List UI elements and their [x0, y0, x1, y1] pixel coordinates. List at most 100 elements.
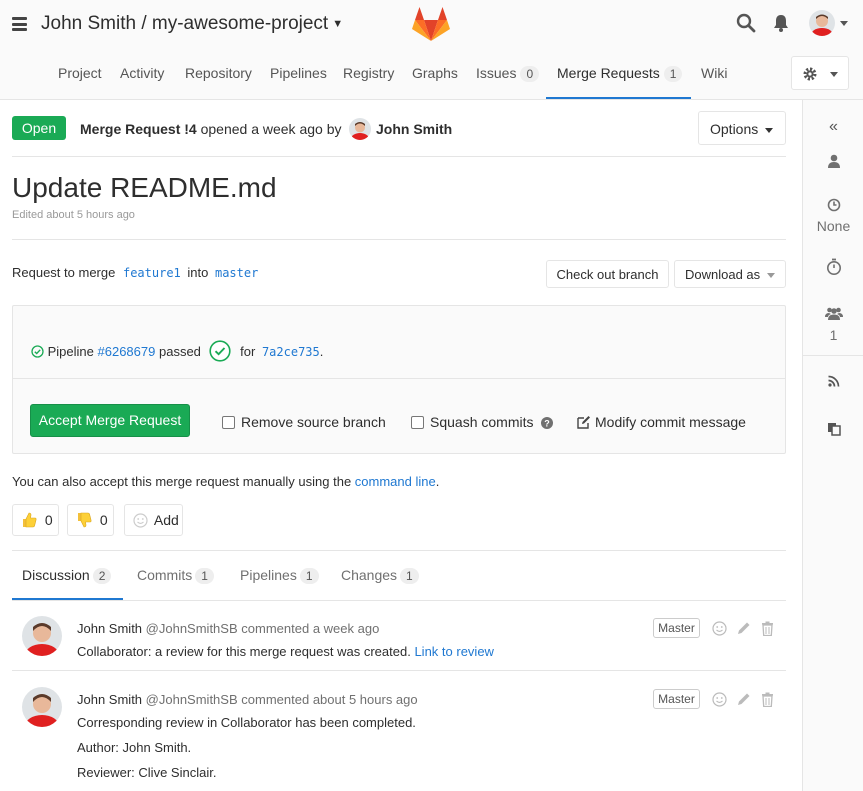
modify-commit-label: Modify commit message — [595, 414, 746, 430]
tab-label: Discussion — [22, 567, 90, 583]
help-icon[interactable]: ? — [541, 417, 554, 429]
options-label: Options — [710, 121, 759, 137]
nav-label: Graphs — [412, 65, 458, 81]
thumbsup-icon — [23, 512, 37, 528]
note-action: commented — [241, 621, 310, 636]
participants-icon[interactable] — [803, 306, 863, 323]
mr-reference: Merge Request !4 — [80, 121, 197, 137]
tab-count-badge: 1 — [195, 568, 214, 584]
note-handle[interactable]: @JohnSmithSB — [146, 621, 238, 636]
checkbox-box[interactable] — [222, 416, 235, 429]
mr-opened-text: opened a week ago by — [200, 121, 342, 137]
user-menu-caret-icon[interactable] — [840, 21, 848, 26]
gitlab-logo-icon[interactable] — [411, 4, 451, 42]
check-out-branch-button[interactable]: Check out branch — [546, 260, 669, 288]
accept-merge-request-button[interactable]: Accept Merge Request — [30, 404, 190, 437]
add-award-button[interactable]: Add — [124, 504, 183, 536]
note-handle[interactable]: @JohnSmithSB — [146, 692, 238, 707]
edited-timestamp: Edited about 5 hours ago — [12, 209, 135, 221]
rss-icon[interactable] — [803, 374, 863, 390]
nav-issues[interactable]: Issues 0 — [476, 65, 540, 82]
tab-count-badge: 1 — [299, 568, 319, 584]
thumbsup-count: 0 — [44, 512, 53, 528]
pencil-icon[interactable] — [736, 692, 751, 707]
tab-active-indicator — [12, 598, 123, 600]
tab-pipelines[interactable]: Pipelines 1 — [240, 567, 319, 584]
tab-discussion[interactable]: Discussion 2 — [22, 567, 112, 584]
pencil-icon[interactable] — [736, 621, 751, 636]
bell-icon[interactable] — [771, 13, 791, 33]
checkbox-label: Squash commits — [430, 414, 534, 430]
user-avatar[interactable] — [809, 10, 835, 36]
nav-graphs[interactable]: Graphs — [412, 65, 458, 81]
gear-icon — [803, 67, 817, 81]
pipeline-passed-icon[interactable] — [208, 340, 231, 362]
collapse-sidebar-icon[interactable]: « — [803, 118, 863, 136]
note-time[interactable]: about 5 hours ago — [313, 692, 418, 707]
remove-source-branch-checkbox[interactable]: Remove source branch — [222, 414, 386, 430]
pipeline-status-text: passed — [158, 344, 201, 359]
project-title-text[interactable]: John Smith / my-awesome-project — [41, 13, 328, 34]
commit-sha-link[interactable]: 7a2ce735 — [262, 345, 320, 359]
add-award-label: Add — [153, 512, 179, 528]
pipeline-status: Pipeline #6268679 passed for 7a2ce735. — [31, 340, 323, 362]
checkbox-label: Remove source branch — [241, 414, 386, 430]
time-tracking-icon[interactable] — [803, 258, 863, 279]
milestone-value: None — [816, 218, 851, 234]
nav-repository[interactable]: Repository — [185, 65, 252, 81]
note-time[interactable]: a week ago — [313, 621, 380, 636]
project-title[interactable]: John Smith / my-awesome-project ▼ — [41, 13, 343, 35]
period: . — [319, 344, 324, 359]
modify-commit-message-link[interactable]: Modify commit message — [577, 414, 746, 430]
nav-project[interactable]: Project — [58, 65, 102, 81]
smiley-icon[interactable] — [712, 621, 727, 636]
nav-label: Issues — [476, 65, 517, 81]
menu-icon[interactable] — [12, 17, 27, 31]
nav-registry[interactable]: Registry — [343, 65, 394, 81]
options-dropdown-button[interactable]: Options — [698, 111, 786, 145]
command-line-link[interactable]: command line — [355, 474, 436, 489]
nav-label: Repository — [185, 65, 252, 81]
caret-down-icon — [767, 273, 776, 279]
thumbsdown-icon — [78, 512, 92, 528]
copy-reference-icon[interactable] — [803, 422, 863, 439]
squash-commits-checkbox[interactable]: Squash commits ? — [411, 414, 554, 430]
author-name[interactable]: John Smith — [376, 121, 452, 137]
avatar[interactable] — [22, 616, 62, 656]
nav-wiki[interactable]: Wiki — [701, 65, 727, 81]
download-as-button[interactable]: Download as — [674, 260, 786, 288]
link-to-review[interactable]: Link to review — [414, 644, 493, 659]
thumbsdown-award-button[interactable]: 0 — [67, 504, 114, 536]
tab-count-badge: 2 — [92, 568, 112, 584]
status-success-icon — [31, 345, 44, 358]
nav-pipelines[interactable]: Pipelines — [270, 65, 327, 81]
nav-merge-requests[interactable]: Merge Requests 1 — [557, 65, 683, 82]
note-author[interactable]: John Smith — [77, 621, 142, 636]
search-icon[interactable] — [736, 13, 756, 33]
pipeline-link[interactable]: #6268679 — [98, 344, 156, 359]
nav-activity[interactable]: Activity — [120, 65, 164, 81]
role-badge: Master — [653, 618, 700, 638]
nav-active-indicator — [546, 97, 691, 99]
assignee-icon[interactable] — [803, 154, 863, 171]
thumbsup-award-button[interactable]: 0 — [12, 504, 59, 536]
trash-icon[interactable] — [761, 692, 774, 707]
note-text: Collaborator: a review for this merge re… — [77, 644, 411, 659]
smiley-icon[interactable] — [712, 692, 727, 707]
tab-changes[interactable]: Changes 1 — [341, 567, 419, 584]
chevron-down-icon[interactable]: ▼ — [332, 18, 343, 30]
milestone-icon[interactable] — [803, 198, 863, 215]
merge-widget: Pipeline #6268679 passed for 7a2ce735. A… — [12, 305, 786, 454]
project-settings-button[interactable] — [791, 56, 849, 90]
source-branch[interactable]: feature1 — [123, 266, 181, 280]
tab-commits[interactable]: Commits 1 — [137, 567, 214, 584]
author-avatar[interactable] — [349, 118, 371, 140]
trash-icon[interactable] — [761, 621, 774, 636]
manual-text: You can also accept this merge request m… — [12, 474, 352, 489]
checkbox-box[interactable] — [411, 416, 424, 429]
target-branch[interactable]: master — [215, 266, 258, 280]
divider — [12, 156, 786, 157]
avatar[interactable] — [22, 687, 62, 727]
note-author[interactable]: John Smith — [77, 692, 142, 707]
project-nav: Project Activity Repository Pipelines Re… — [0, 50, 863, 100]
